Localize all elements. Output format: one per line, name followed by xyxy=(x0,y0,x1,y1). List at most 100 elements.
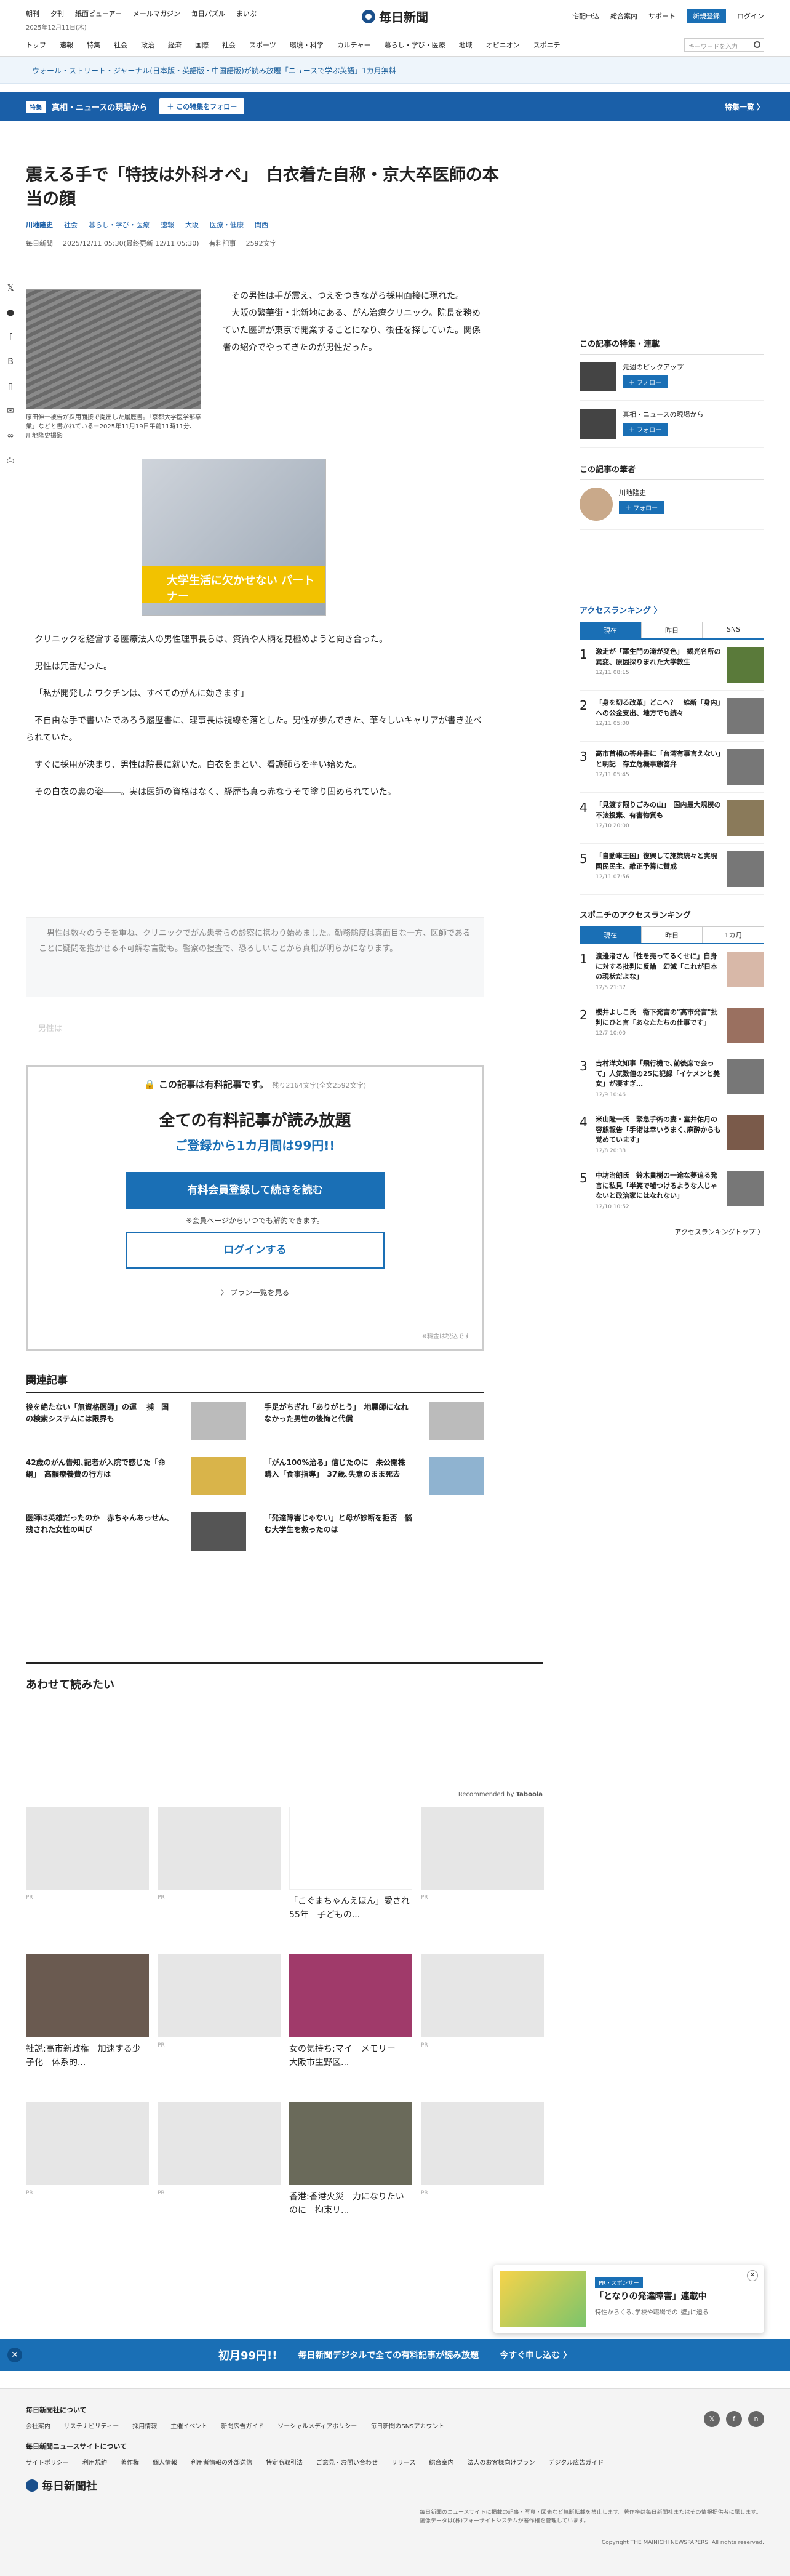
top-link[interactable]: まいぷ xyxy=(236,9,257,18)
nav-item[interactable]: 地域 xyxy=(459,40,473,50)
footer-logo[interactable]: 毎日新聞社 xyxy=(26,2478,764,2494)
nav-item[interactable]: トップ xyxy=(26,40,46,50)
follow-button[interactable]: ＋ フォロー xyxy=(623,375,668,388)
top-link[interactable]: メールマガジン xyxy=(133,9,180,18)
search-icon[interactable] xyxy=(754,41,760,48)
follow-special-button[interactable]: ＋ この特集をフォロー xyxy=(159,98,245,114)
nav-item[interactable]: 経済 xyxy=(168,40,182,50)
top-link[interactable]: 紙面ビューアー xyxy=(75,9,122,18)
close-icon[interactable]: ✕ xyxy=(747,2270,758,2281)
facebook-icon[interactable]: f xyxy=(726,2411,742,2427)
ranking-item[interactable]: 2 「身を切る改革」どこへ？ 維新「身内」への公金支出、地方でも続々 12/11 0… xyxy=(580,691,764,742)
top-link[interactable]: 毎日パズル xyxy=(191,9,225,18)
print-icon[interactable]: ⎙ xyxy=(5,455,16,467)
delivery-link[interactable]: 宅配申込 xyxy=(572,11,599,21)
site-logo[interactable]: 毎日新聞 xyxy=(362,7,428,25)
support-link[interactable]: サポート xyxy=(648,11,676,21)
footer-link[interactable]: サステナビリティー xyxy=(64,2421,119,2430)
nav-item[interactable]: 社会 xyxy=(114,40,127,50)
ranking-item[interactable]: 4 米山隆一氏 緊急手術の妻・室井佑月の容態報告「手術は幸いうまく､麻酔からも覚め… xyxy=(580,1107,764,1163)
recommend-card[interactable]: PR xyxy=(158,2102,281,2225)
ranking-top-link[interactable]: アクセスランキングトップ 〉 xyxy=(580,1227,764,1237)
footer-link[interactable]: 特定商取引法 xyxy=(266,2457,303,2466)
article-photo[interactable] xyxy=(26,289,201,409)
author-item[interactable]: 川地隆史＋ フォロー xyxy=(580,488,764,530)
recommend-card[interactable]: PR xyxy=(26,1807,149,1930)
footer-link[interactable]: 利用者情報の外部送信 xyxy=(191,2457,252,2466)
related-item[interactable]: 「がん100%治る」信じたのに 未公開株購入「食事指導」 37歳､失意のまま死去 xyxy=(265,1457,484,1499)
ranking-item[interactable]: 5 中坊治朗氏 鈴木貴樹の一途な夢追る発言に私見「半笑で嘘つけるような人じゃないと… xyxy=(580,1163,764,1219)
info-link[interactable]: 総合案内 xyxy=(610,11,637,21)
nav-item[interactable]: オピニオン xyxy=(486,40,520,50)
recommend-card[interactable]: PR xyxy=(421,2102,544,2225)
nav-item[interactable]: スポニチ xyxy=(533,40,561,50)
recommend-card[interactable]: PR xyxy=(158,1807,281,1930)
tab-now[interactable]: 現在 xyxy=(580,926,641,943)
nav-item[interactable]: 社会 xyxy=(222,40,236,50)
tag-link[interactable]: 速報 xyxy=(161,220,174,230)
related-item[interactable]: 「発達障害じゃない」と母が診断を拒否 悩む大学生を救ったのは xyxy=(265,1512,485,1554)
tag-link[interactable]: 暮らし・学び・医療 xyxy=(89,220,150,230)
promo-banner[interactable]: ウォール・ストリート・ジャーナル(日本版・英語版・中国語版)が読み放題「ニュース… xyxy=(0,57,790,84)
footer-link[interactable]: 利用規約 xyxy=(82,2457,107,2466)
footer-link[interactable]: サイトポリシー xyxy=(26,2457,69,2466)
special-list-link[interactable]: 特集一覧 〉 xyxy=(725,102,764,112)
ranking-item[interactable]: 4 「見渡す限りごみの山」 国内最大規模の不法投棄、有害物質も 12/10 20:0… xyxy=(580,793,764,844)
related-item[interactable]: 手足がちぎれ「ありがとう」 地震師になれなかった男性の後悔と代償 xyxy=(265,1402,484,1443)
footer-link[interactable]: 総合案内 xyxy=(429,2457,454,2466)
recommend-card[interactable]: PR xyxy=(421,1807,544,1930)
sticky-cta[interactable]: 今すぐ申し込む 〉 xyxy=(500,2349,572,2361)
footer-link[interactable]: 毎日新聞のSNSアカウント xyxy=(370,2421,444,2430)
footer-link[interactable]: 会社案内 xyxy=(26,2421,50,2430)
inline-ad[interactable]: 大学生活に欠かせない パートナー xyxy=(142,459,326,616)
note-icon[interactable]: n xyxy=(748,2411,764,2427)
top-link[interactable]: 朝刊 xyxy=(26,9,39,18)
related-item[interactable]: 後を絶たない「無資格医師」の運 捕 国の検索システムには限界も xyxy=(26,1402,246,1443)
tag-link[interactable]: 医療・健康 xyxy=(210,220,244,230)
login-link[interactable]: ログイン xyxy=(737,11,764,21)
series-item[interactable]: 真相・ニュースの現場から＋ フォロー xyxy=(580,409,764,448)
footer-link[interactable]: 法人のお客様向けプラン xyxy=(468,2457,535,2466)
recommend-card[interactable]: 社説:高市新政権 加速する少子化 体系的... xyxy=(26,1954,149,2077)
recommend-card[interactable]: PR xyxy=(26,2102,149,2225)
special-title[interactable]: 真相・ニュースの現場から xyxy=(52,101,147,113)
pr-popup[interactable]: PR・スポンサー 「となりの発達障害」連載中 特性からくる､学校や職場での｢壁｣… xyxy=(493,2265,764,2333)
nav-item[interactable]: 国際 xyxy=(195,40,209,50)
tab-sns[interactable]: SNS xyxy=(703,622,764,638)
recommend-card[interactable]: 香港:香港火災 力になりたいのに 拘束リ... xyxy=(289,2102,412,2225)
top-link[interactable]: 夕刊 xyxy=(50,9,64,18)
ranking-item[interactable]: 3 高市首相の答弁書に「台湾有事言えない」と明記 存立危機事態答弁 12/11 05… xyxy=(580,742,764,793)
ranking-item[interactable]: 1 激走が「羅生門の滝が変色」 観光名所の異変、原因探りまれた大学教生 12/11 … xyxy=(580,640,764,691)
tab-now[interactable]: 現在 xyxy=(580,622,641,638)
footer-link[interactable]: 新聞広告ガイド xyxy=(221,2421,264,2430)
nav-item[interactable]: 暮らし・学び・医療 xyxy=(385,40,445,50)
search-input[interactable]: キーワードを入力 xyxy=(684,38,764,52)
facebook-icon[interactable]: f xyxy=(5,332,16,343)
comment-icon[interactable]: ● xyxy=(5,308,16,319)
tab-yesterday[interactable]: 昨日 xyxy=(641,926,703,943)
bookmark-icon[interactable]: ▯ xyxy=(5,382,16,393)
recommend-card[interactable]: PR xyxy=(421,1954,544,2077)
sticky-subscribe-bar[interactable]: ✕ 初月99円!! 毎日新聞デジタルで全ての有料記事が読み放題 今すぐ申し込む … xyxy=(0,2339,790,2371)
recommend-card[interactable]: 「こぐまちゃんえほん」愛され55年 子どもの... xyxy=(289,1807,412,1930)
ranking-item[interactable]: 1 渡邊渚さん「性を売ってるくせに」自身に対する批判に反論 幻滅「これが日本の現状… xyxy=(580,944,764,1000)
follow-button[interactable]: ＋ フォロー xyxy=(623,423,668,436)
tab-yesterday[interactable]: 昨日 xyxy=(641,622,703,638)
author-link[interactable]: 川地隆史 xyxy=(26,220,53,230)
hatena-icon[interactable]: B xyxy=(5,357,16,368)
ranking-item[interactable]: 2 櫻井よしこ氏 衛下発言の"高市発言"批判にひと言「あなたたちの仕事です」 12/… xyxy=(580,1000,764,1051)
ranking-item[interactable]: 5 「自動車王国」復興して施策続々と実現 国民民主、維正予算に賛成 12/11 07… xyxy=(580,844,764,895)
register-button[interactable]: 新規登録 xyxy=(687,9,726,23)
tag-link[interactable]: 大阪 xyxy=(185,220,199,230)
x-share-icon[interactable]: 𝕏 xyxy=(5,283,16,294)
series-item[interactable]: 先週のピックアップ＋ フォロー xyxy=(580,362,764,401)
mail-icon[interactable]: ✉ xyxy=(5,406,16,417)
subscribe-button[interactable]: 有料会員登録して続きを読む xyxy=(126,1172,385,1209)
nav-item[interactable]: 政治 xyxy=(141,40,154,50)
footer-link[interactable]: 採用情報 xyxy=(132,2421,157,2430)
footer-link[interactable]: ソーシャルメディアポリシー xyxy=(277,2421,357,2430)
x-icon[interactable]: 𝕏 xyxy=(704,2411,720,2427)
footer-link[interactable]: 著作権 xyxy=(121,2457,139,2466)
tab-month[interactable]: 1カ月 xyxy=(703,926,764,943)
recommend-card[interactable]: PR xyxy=(158,1954,281,2077)
